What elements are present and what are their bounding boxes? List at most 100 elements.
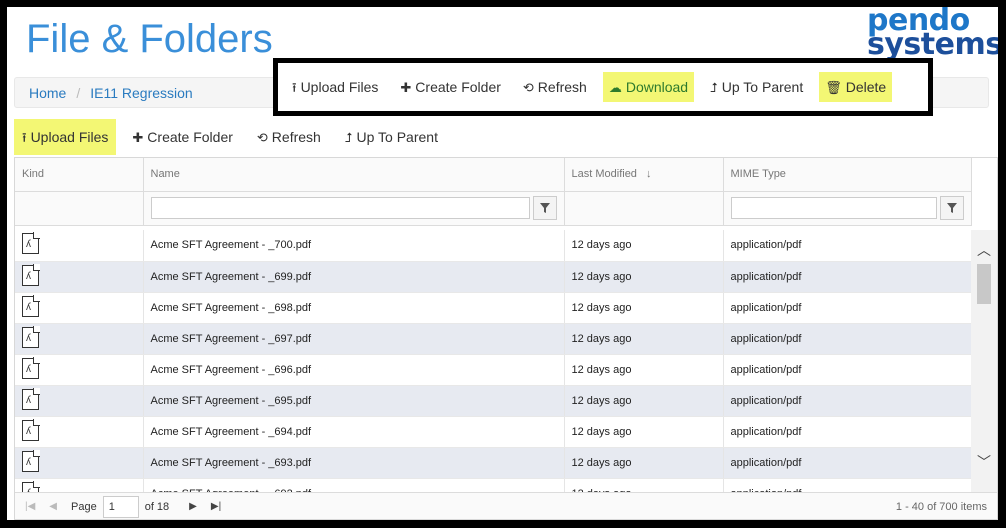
table-row[interactable]: ʎ Acme SFT Agreement - _692.pdf 12 days …: [15, 478, 971, 492]
mime-type: application/pdf: [723, 230, 971, 262]
level-up-icon: ⮥: [344, 129, 353, 145]
table-row[interactable]: ʎ Acme SFT Agreement - _695.pdf 12 days …: [15, 385, 971, 417]
filter-icon: [946, 203, 957, 213]
file-name: Acme SFT Agreement - _697.pdf: [143, 323, 565, 355]
mime-type: application/pdf: [723, 261, 971, 293]
up-to-parent-button[interactable]: ⮥ Up To Parent: [337, 119, 446, 155]
name-filter-cell: [143, 191, 565, 226]
refresh-icon: ⟲: [522, 79, 534, 95]
breadcrumb-home[interactable]: Home: [29, 85, 66, 101]
last-modified: 12 days ago: [564, 292, 724, 324]
cloud-download-icon: ☁: [608, 79, 622, 95]
page-number-input[interactable]: 1: [102, 495, 139, 518]
file-name: Acme SFT Agreement - _698.pdf: [143, 292, 565, 324]
first-page-icon[interactable]: |◀: [25, 501, 35, 512]
button-label: Download: [625, 79, 689, 95]
previous-page-icon[interactable]: ◀: [49, 501, 57, 512]
table-row[interactable]: ʎ Acme SFT Agreement - _693.pdf 12 days …: [15, 447, 971, 479]
callout-up-to-parent-button[interactable]: ⮥ Up To Parent: [704, 72, 809, 102]
file-name: Acme SFT Agreement - _699.pdf: [143, 261, 565, 293]
button-label: Up To Parent: [356, 129, 438, 145]
mime-type: application/pdf: [723, 354, 971, 386]
pdf-file-icon: ʎ: [22, 418, 40, 441]
column-header-mime-type[interactable]: MIME Type: [723, 158, 972, 192]
refresh-button[interactable]: ⟲ Refresh: [249, 119, 329, 155]
sort-descending-icon: ↓: [646, 168, 652, 181]
kind-cell: ʎ: [15, 478, 144, 492]
pdf-file-icon: ʎ: [22, 294, 40, 317]
column-header-kind[interactable]: Kind: [15, 158, 144, 192]
kind-cell: ʎ: [15, 416, 144, 448]
trash-icon: 🗑: [825, 79, 842, 95]
kind-filter-cell: [15, 191, 144, 226]
callout-create-folder-button[interactable]: ✚ Create Folder: [394, 72, 507, 102]
scrollbar-thumb[interactable]: [977, 264, 991, 304]
last-modified: 12 days ago: [564, 478, 724, 492]
table-row[interactable]: ʎ Acme SFT Agreement - _694.pdf 12 days …: [15, 416, 971, 448]
last-modified: 12 days ago: [564, 261, 724, 293]
callout-delete-button[interactable]: 🗑 Delete: [819, 72, 893, 102]
table-row[interactable]: ʎ Acme SFT Agreement - _699.pdf 12 days …: [15, 261, 971, 293]
plus-icon: ✚: [132, 129, 144, 145]
pendo-systems-logo: pendo systems: [867, 7, 998, 62]
last-modified: 12 days ago: [564, 230, 724, 262]
breadcrumb-separator: /: [76, 85, 81, 101]
table-row[interactable]: ʎ Acme SFT Agreement - _700.pdf 12 days …: [15, 230, 971, 262]
page-count: of 18: [144, 500, 170, 513]
mime-filter-input[interactable]: [730, 197, 937, 219]
mime-filter-cell: [723, 191, 972, 226]
modified-filter-cell: [564, 191, 724, 226]
callout-refresh-button[interactable]: ⟲ Refresh: [517, 72, 593, 102]
mime-filter-button[interactable]: [939, 196, 964, 220]
pdf-file-icon: ʎ: [22, 480, 40, 492]
column-header-last-modified[interactable]: Last Modified ↓: [564, 158, 724, 192]
page-title: File & Folders: [26, 17, 273, 61]
callout-download-button[interactable]: ☁ Download: [602, 72, 695, 102]
callout-toolbar: ⭱ Upload Files ✚ Create Folder ⟲ Refresh…: [273, 58, 933, 116]
mime-type: application/pdf: [723, 478, 971, 492]
upload-icon: ⭱: [22, 129, 27, 145]
next-page-icon[interactable]: ▶: [189, 501, 197, 512]
app-window: File & Folders pendo systems Home / IE11 R…: [7, 7, 998, 520]
button-label: Up To Parent: [721, 79, 804, 95]
column-header-name[interactable]: Name: [143, 158, 565, 192]
callout-upload-files-button[interactable]: ⭱ Upload Files: [286, 72, 384, 102]
table-row[interactable]: ʎ Acme SFT Agreement - _697.pdf 12 days …: [15, 323, 971, 355]
kind-cell: ʎ: [15, 323, 144, 355]
mime-type: application/pdf: [723, 292, 971, 324]
vertical-scrollbar[interactable]: ︿ ﹀: [971, 230, 997, 492]
grid-header: Kind Name Last Modified ↓ MIME Type: [15, 158, 972, 226]
kind-cell: ʎ: [15, 354, 144, 386]
name-filter-button[interactable]: [532, 196, 557, 220]
create-folder-button[interactable]: ✚ Create Folder: [124, 119, 241, 155]
header-row: Kind Name Last Modified ↓ MIME Type: [15, 158, 972, 192]
table-row[interactable]: ʎ Acme SFT Agreement - _698.pdf 12 days …: [15, 292, 971, 324]
button-label: Refresh: [537, 79, 587, 95]
file-grid: Kind Name Last Modified ↓ MIME Type ʎ Ac…: [14, 157, 998, 520]
filter-row: [15, 191, 972, 226]
button-label: Refresh: [271, 129, 321, 145]
column-label: Last Modified: [571, 168, 637, 181]
kind-cell: ʎ: [15, 292, 144, 324]
file-name: Acme SFT Agreement - _696.pdf: [143, 354, 565, 386]
button-label: Delete: [845, 79, 887, 95]
main-toolbar: ⭱ Upload Files ✚ Create Folder ⟲ Refresh…: [14, 116, 989, 158]
grid-body: ʎ Acme SFT Agreement - _700.pdf 12 days …: [15, 230, 971, 492]
refresh-icon: ⟲: [256, 129, 268, 145]
filter-icon: [539, 203, 550, 213]
file-name: Acme SFT Agreement - _695.pdf: [143, 385, 565, 417]
scroll-down-icon[interactable]: ﹀: [971, 452, 997, 474]
last-page-icon[interactable]: ▶|: [211, 501, 221, 512]
upload-files-button[interactable]: ⭱ Upload Files: [14, 119, 117, 155]
scroll-up-icon[interactable]: ︿: [971, 240, 997, 262]
pdf-file-icon: ʎ: [22, 325, 40, 348]
kind-cell: ʎ: [15, 447, 144, 479]
button-label: Upload Files: [300, 79, 379, 95]
file-name: Acme SFT Agreement - _692.pdf: [143, 478, 565, 492]
mime-type: application/pdf: [723, 447, 971, 479]
logo-line2: systems: [867, 27, 998, 62]
breadcrumb-current[interactable]: IE11 Regression: [90, 85, 192, 101]
last-modified: 12 days ago: [564, 354, 724, 386]
table-row[interactable]: ʎ Acme SFT Agreement - _696.pdf 12 days …: [15, 354, 971, 386]
name-filter-input[interactable]: [150, 197, 530, 219]
